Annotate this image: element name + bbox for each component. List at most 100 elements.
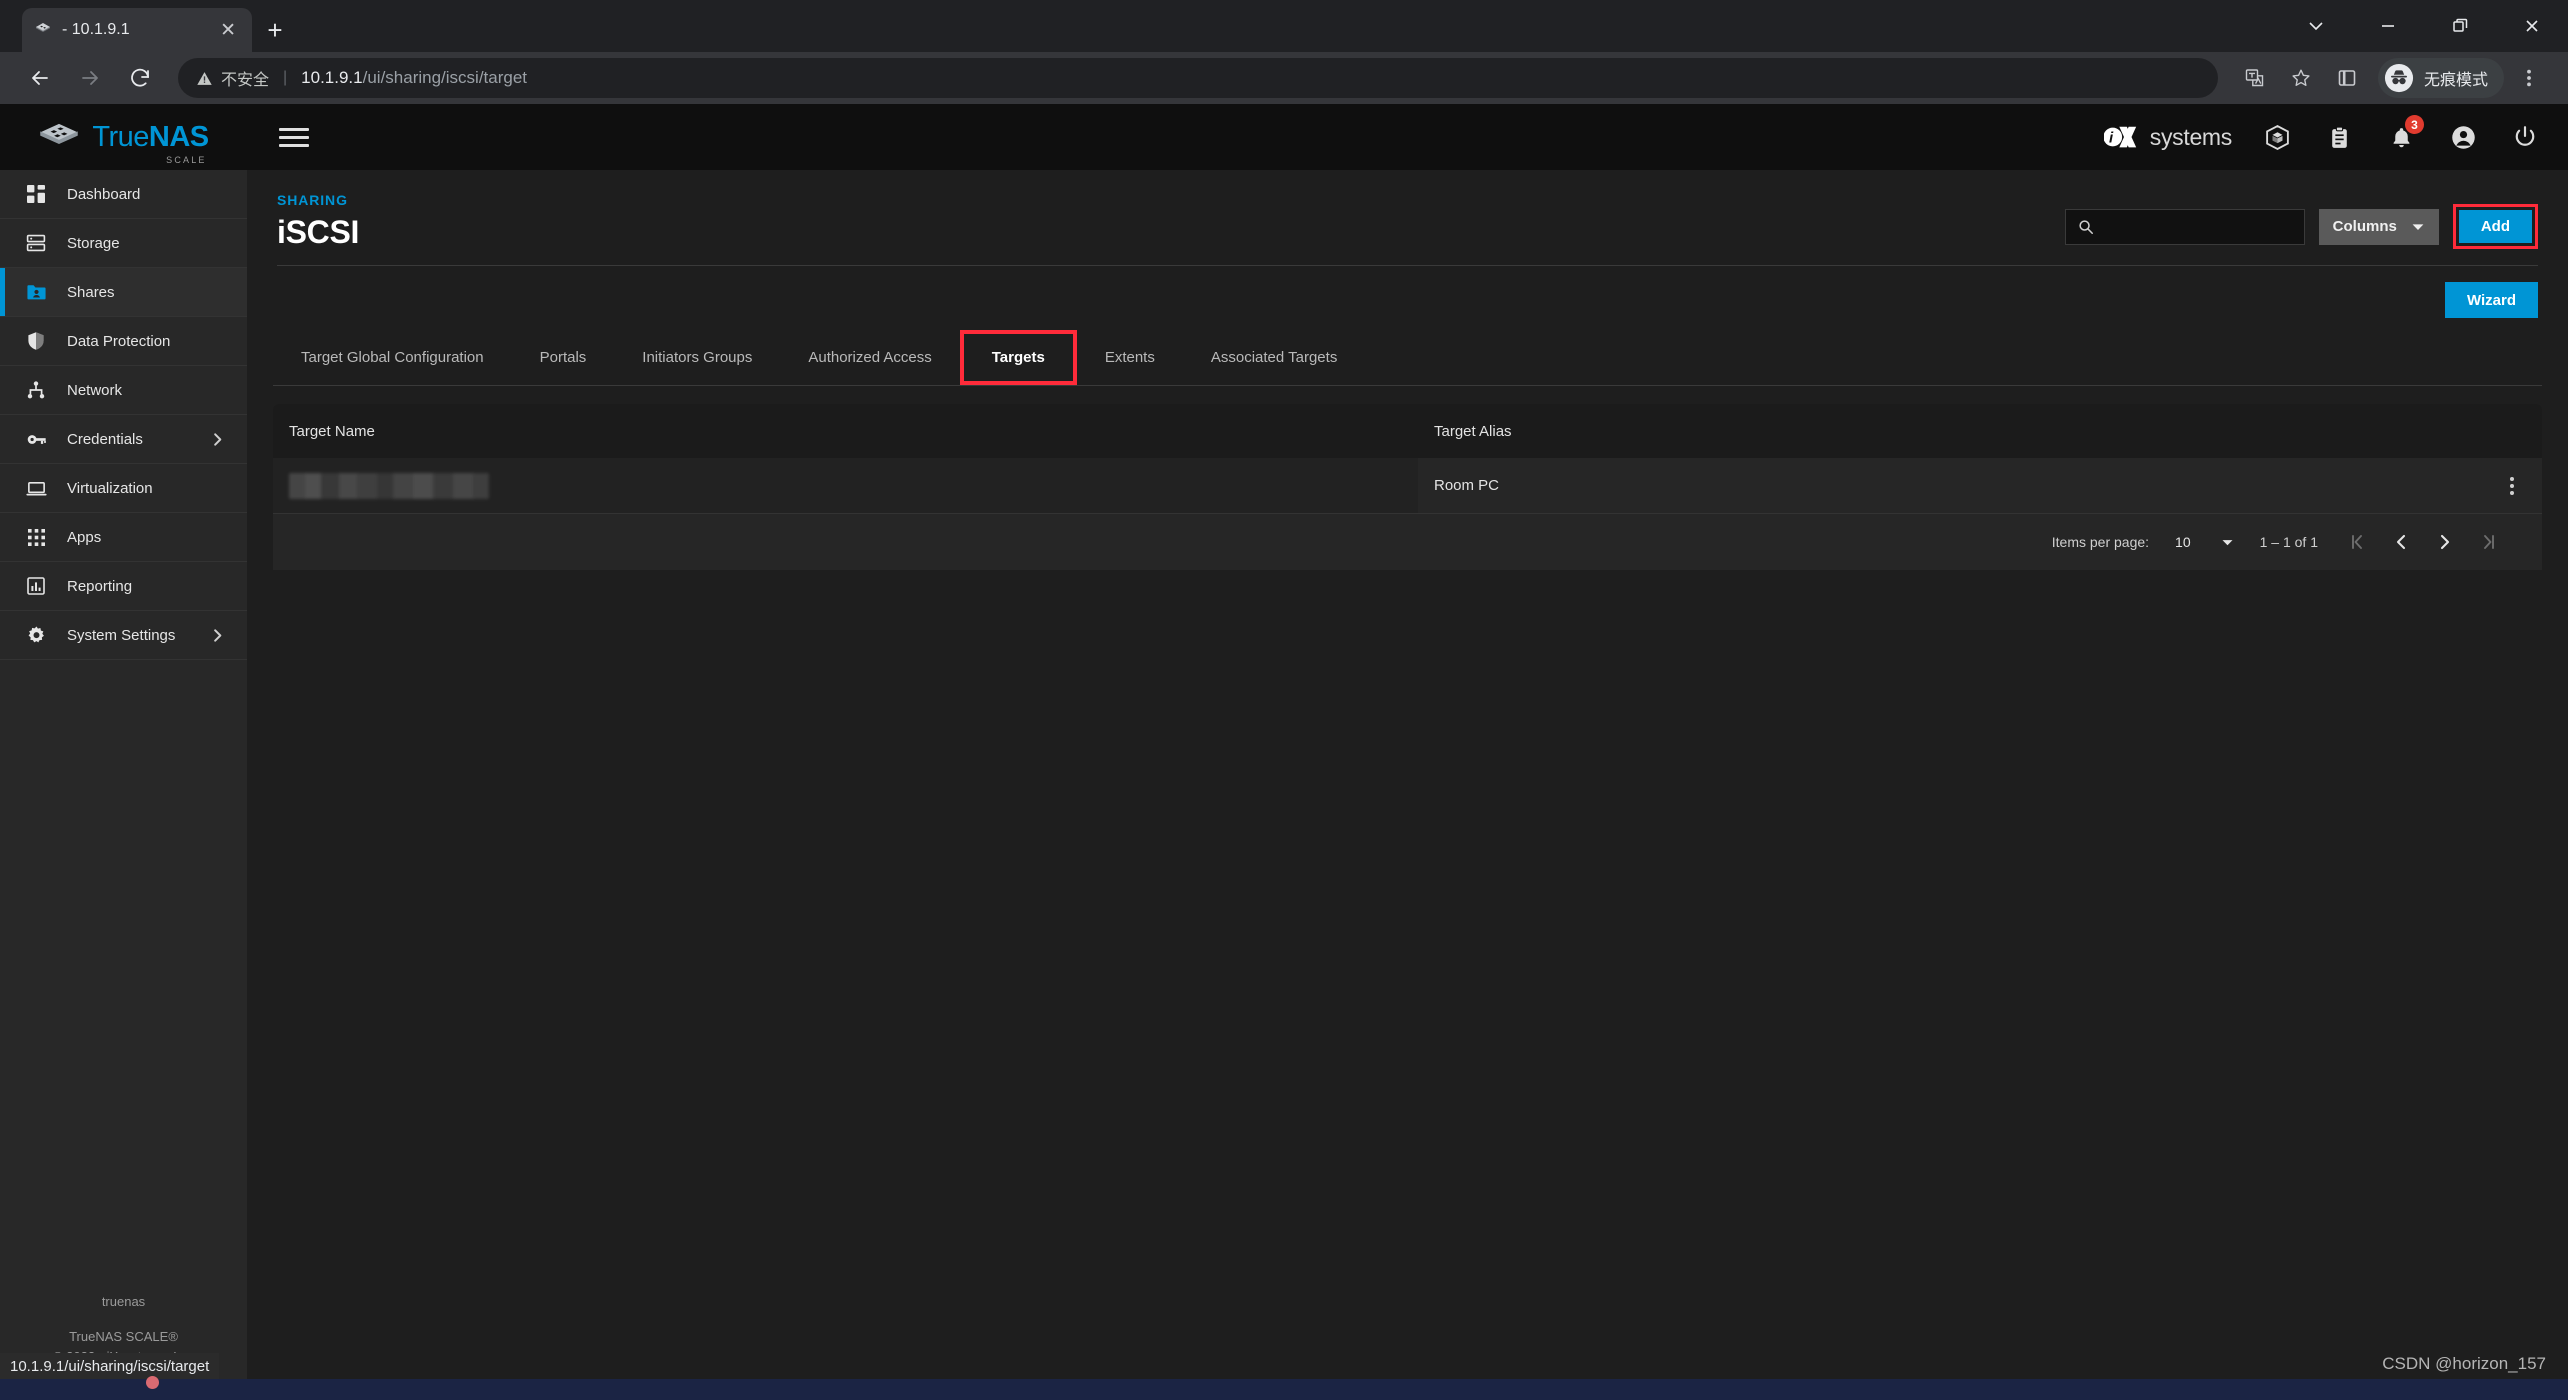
chevron-right-icon[interactable]: [210, 432, 225, 447]
ixsystems-logo: i systems: [2103, 122, 2232, 152]
page-content: SHARING iSCSI Columns Add Wizard Target …: [247, 170, 2568, 1379]
close-icon[interactable]: ✕: [216, 17, 240, 44]
url-path: /ui/sharing/iscsi/target: [362, 68, 528, 87]
sidebar-item-reporting[interactable]: Reporting: [0, 562, 247, 611]
sidebar-item-label: Reporting: [67, 577, 133, 595]
search-icon: [2078, 219, 2094, 235]
truenas-brand[interactable]: TrueNAS SCALE: [0, 104, 247, 170]
wizard-row: Wizard: [273, 266, 2542, 318]
columns-button-label: Columns: [2332, 218, 2397, 235]
search-box[interactable]: [2064, 208, 2305, 245]
forward-arrow-icon: [68, 56, 112, 100]
browser-window: - 10.1.9.1 ✕ + 不安全 | 10.1.9.1/ui/sharing…: [0, 0, 2568, 1400]
status-url: 10.1.9.1/ui/sharing/iscsi/target: [10, 1357, 210, 1375]
account-icon[interactable]: [2446, 120, 2480, 154]
last-page-icon: [2476, 529, 2502, 555]
incognito-indicator[interactable]: 无痕模式: [2377, 58, 2504, 98]
sidebar-item-label: System Settings: [67, 626, 176, 644]
add-button[interactable]: Add: [2458, 210, 2532, 243]
close-window-icon[interactable]: [2496, 0, 2568, 52]
shares-folder-icon: [23, 282, 49, 303]
storage-icon: [23, 233, 49, 253]
topbar-actions: i systems 3: [2103, 115, 2542, 154]
incognito-icon: [2384, 63, 2414, 93]
tab-authorized-access[interactable]: Authorized Access: [780, 330, 959, 385]
reporting-chart-icon: [23, 576, 49, 596]
security-label: 不安全: [221, 72, 270, 89]
chevron-right-icon[interactable]: [210, 628, 225, 643]
address-bar[interactable]: 不安全 | 10.1.9.1/ui/sharing/iscsi/target: [178, 58, 2218, 98]
window-controls: [2280, 0, 2568, 52]
sidebar-item-label: Data Protection: [67, 332, 171, 350]
apps-cube-icon[interactable]: [2260, 120, 2294, 154]
column-header-target-alias[interactable]: Target Alias: [1418, 423, 2482, 440]
reload-icon[interactable]: [118, 56, 162, 100]
tab-target-global-configuration[interactable]: Target Global Configuration: [273, 330, 512, 385]
browser-tab[interactable]: - 10.1.9.1 ✕: [22, 8, 252, 52]
sidebar-item-system-settings[interactable]: System Settings: [0, 611, 247, 660]
wizard-button[interactable]: Wizard: [2444, 282, 2538, 318]
power-icon[interactable]: [2508, 120, 2542, 154]
url-host: 10.1.9.1: [301, 68, 363, 87]
search-input[interactable]: [2101, 218, 2292, 235]
tab-initiators-groups[interactable]: Initiators Groups: [614, 330, 780, 385]
columns-button[interactable]: Columns: [2318, 208, 2439, 245]
sidebar-item-storage[interactable]: Storage: [0, 219, 247, 268]
new-tab-button[interactable]: +: [252, 8, 298, 52]
translate-icon[interactable]: [2234, 57, 2276, 99]
dashboard-icon: [23, 184, 49, 204]
sidebar-item-shares[interactable]: Shares: [0, 268, 247, 317]
sidebar-item-label: Apps: [67, 528, 102, 546]
tab-targets[interactable]: Targets: [959, 330, 1077, 385]
site-security-indicator[interactable]: 不安全: [196, 66, 269, 90]
brand-name-light: True: [92, 120, 149, 153]
restore-icon[interactable]: [2424, 0, 2496, 52]
chevron-down-icon[interactable]: [2280, 0, 2352, 52]
sidebar: Dashboard Storage Shares Data Protection…: [0, 170, 247, 1379]
hamburger-menu-icon[interactable]: [279, 127, 309, 147]
browser-tab-title: - 10.1.9.1: [62, 21, 130, 38]
sidebar-item-label: Storage: [67, 234, 120, 252]
jobs-clipboard-icon[interactable]: [2322, 120, 2356, 154]
cell-target-alias: Room PC: [1434, 477, 1500, 494]
browser-toolbar: 不安全 | 10.1.9.1/ui/sharing/iscsi/target 无…: [0, 52, 2568, 104]
sidebar-item-label: Network: [67, 381, 123, 399]
previous-page-icon[interactable]: [2388, 529, 2414, 555]
redacted-target-name: [289, 472, 489, 499]
tab-portals[interactable]: Portals: [512, 330, 615, 385]
side-panel-icon[interactable]: [2326, 57, 2368, 99]
column-header-target-name[interactable]: Target Name: [273, 423, 1418, 440]
sidebar-item-virtualization[interactable]: Virtualization: [0, 464, 247, 513]
star-icon[interactable]: [2280, 57, 2322, 99]
sidebar-item-label: Virtualization: [67, 479, 153, 497]
pagination-range: 1 – 1 of 1: [2259, 534, 2318, 550]
sidebar-item-apps[interactable]: Apps: [0, 513, 247, 562]
sidebar-item-credentials[interactable]: Credentials: [0, 415, 247, 464]
pagination-buttons: [2344, 529, 2502, 555]
apps-grid-icon: [23, 528, 49, 547]
iscsi-tabs: Target Global Configuration Portals Init…: [273, 330, 2542, 386]
items-per-page-label: Items per page:: [2051, 534, 2150, 550]
os-taskbar: [0, 1376, 2568, 1400]
minimize-icon[interactable]: [2352, 0, 2424, 52]
table-row[interactable]: Room PC: [273, 458, 2542, 514]
kebab-menu-icon[interactable]: [2508, 57, 2550, 99]
gear-icon: [23, 625, 49, 646]
tab-associated-targets[interactable]: Associated Targets: [1183, 330, 1365, 385]
sidebar-item-dashboard[interactable]: Dashboard: [0, 170, 247, 219]
notifications-bell-icon[interactable]: 3: [2384, 115, 2424, 154]
toolbar-actions: 无痕模式: [2234, 57, 2550, 99]
next-page-icon[interactable]: [2432, 529, 2458, 555]
chevron-down-icon: [2411, 220, 2425, 234]
sidebar-item-network[interactable]: Network: [0, 366, 247, 415]
incognito-label: 无痕模式: [2423, 72, 2488, 89]
items-per-page-select[interactable]: 10: [2175, 534, 2234, 550]
row-actions-icon[interactable]: [2482, 476, 2542, 495]
items-per-page-value: 10: [2175, 534, 2191, 550]
monitor-icon: [23, 478, 49, 499]
sidebar-item-data-protection[interactable]: Data Protection: [0, 317, 247, 366]
breadcrumb: SHARING: [277, 192, 348, 208]
back-arrow-icon[interactable]: [18, 56, 62, 100]
tab-extents[interactable]: Extents: [1077, 330, 1183, 385]
truenas-logo-icon: [38, 122, 80, 152]
